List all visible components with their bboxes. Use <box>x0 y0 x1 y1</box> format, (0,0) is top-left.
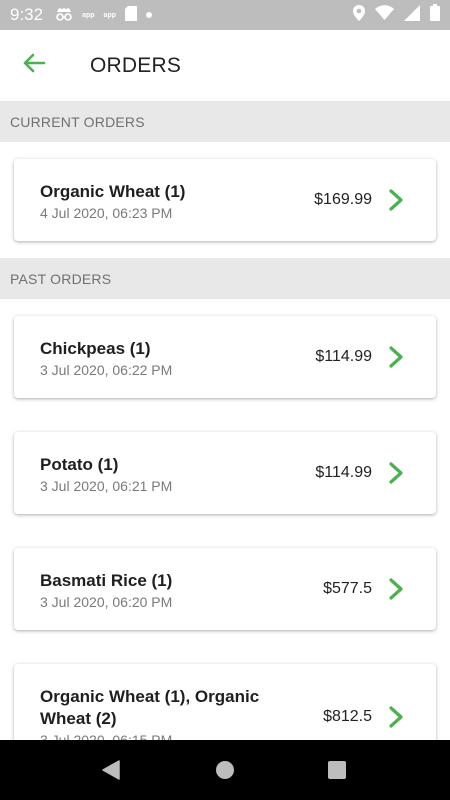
app-icon: app <box>103 11 116 19</box>
chevron-right-icon <box>389 706 403 728</box>
section-header-past: PAST ORDERS <box>0 258 450 299</box>
app-icon: app <box>82 11 95 19</box>
order-price: $812.5 <box>323 708 372 725</box>
back-triangle-icon <box>102 760 120 780</box>
chevron-right-icon <box>389 189 403 211</box>
status-icons-right <box>353 4 440 26</box>
battery-icon <box>430 4 440 26</box>
order-name: Organic Wheat (1) <box>40 182 186 201</box>
order-date: 3 Jul 2020, 06:20 PM <box>40 594 173 610</box>
nav-back-button[interactable] <box>81 740 141 800</box>
order-date: 3 Jul 2020, 06:22 PM <box>40 362 173 378</box>
order-name: Organic Wheat (1), Organic Wheat (2) <box>40 687 260 728</box>
nav-home-button[interactable] <box>195 740 255 800</box>
order-card[interactable]: Chickpeas (1) 3 Jul 2020, 06:22 PM $114.… <box>14 316 436 398</box>
back-button[interactable] <box>0 30 70 101</box>
home-circle-icon <box>216 761 234 779</box>
incognito-icon <box>55 6 73 25</box>
order-card[interactable]: Basmati Rice (1) 3 Jul 2020, 06:20 PM $5… <box>14 548 436 630</box>
order-price: $577.5 <box>323 580 372 597</box>
order-name: Potato (1) <box>40 455 119 474</box>
chevron-right-icon <box>389 462 403 484</box>
dot-icon <box>146 10 152 21</box>
section-header-current: CURRENT ORDERS <box>0 101 450 142</box>
order-date: 4 Jul 2020, 06:23 PM <box>40 205 173 221</box>
order-name: Chickpeas (1) <box>40 339 151 358</box>
order-card[interactable]: Potato (1) 3 Jul 2020, 06:21 PM $114.99 <box>14 432 436 514</box>
order-date: 3 Jul 2020, 06:21 PM <box>40 478 173 494</box>
sd-card-icon <box>125 6 137 24</box>
order-name: Basmati Rice (1) <box>40 571 173 590</box>
navigation-bar <box>0 740 450 800</box>
order-price: $114.99 <box>315 464 372 481</box>
status-bar: 9:32 app app <box>0 0 450 30</box>
chevron-right-icon <box>389 346 403 368</box>
nav-recents-button[interactable] <box>307 740 367 800</box>
status-icons-left: app app <box>55 6 152 25</box>
signal-icon <box>404 4 420 26</box>
order-price: $169.99 <box>314 191 372 208</box>
arrow-left-icon <box>22 53 46 78</box>
page-title: ORDERS <box>90 53 182 77</box>
order-price: $114.99 <box>315 348 372 365</box>
chevron-right-icon <box>389 578 403 600</box>
status-time: 9:32 <box>10 5 44 24</box>
wifi-icon <box>375 5 394 25</box>
recents-square-icon <box>328 761 346 779</box>
app-header: ORDERS <box>0 30 450 101</box>
location-icon <box>353 4 365 26</box>
order-card[interactable]: Organic Wheat (1) 4 Jul 2020, 06:23 PM $… <box>14 159 436 241</box>
